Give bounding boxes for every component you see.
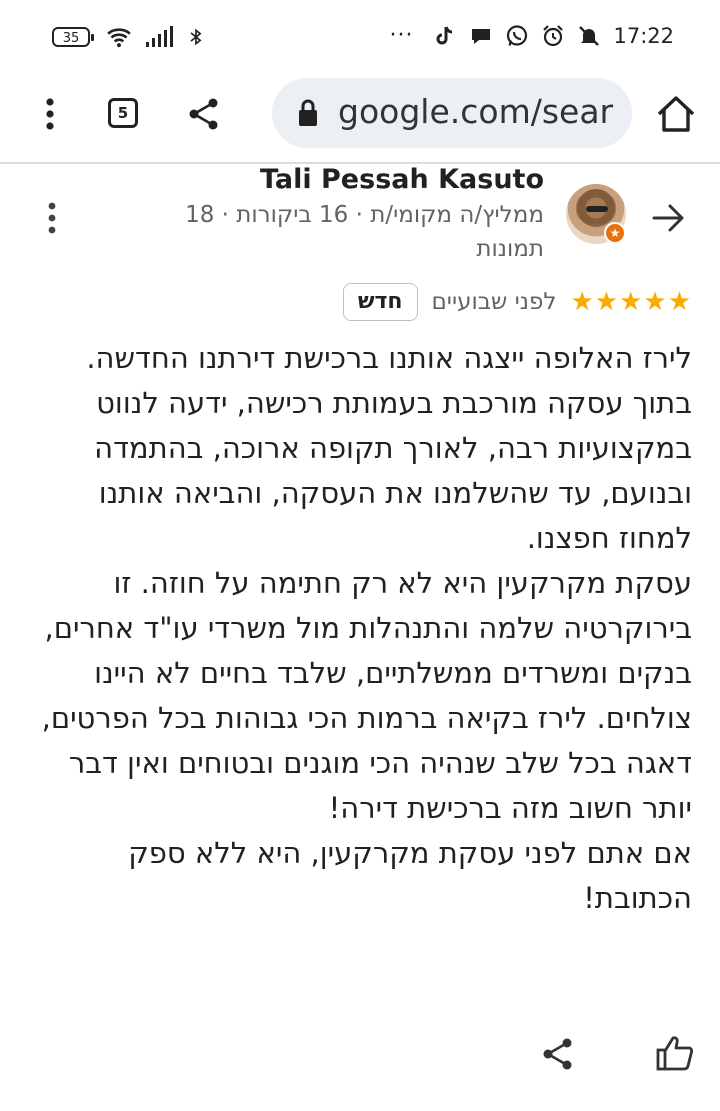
notification-overflow: ··· — [389, 23, 414, 48]
clock: 17:22 — [613, 24, 674, 48]
whatsapp-icon — [507, 25, 528, 46]
battery-level: 35 — [62, 31, 80, 46]
tab-switcher-button[interactable]: 5 — [108, 98, 138, 128]
home-icon[interactable] — [654, 92, 698, 136]
review-actions — [0, 1028, 720, 1084]
status-bar-left: 35 — [52, 24, 206, 50]
review-text: לירז האלופה ייצגה אותנו ברכישת דירתנו הח… — [28, 336, 692, 921]
arrow-right-icon[interactable] — [646, 196, 690, 240]
menu-dots-icon[interactable] — [36, 94, 64, 134]
avatar-glasses — [586, 206, 608, 212]
lock-icon[interactable] — [296, 98, 320, 128]
battery-icon: 35 — [52, 27, 94, 47]
local-guide-badge-icon: ★ — [604, 222, 626, 244]
mute-icon — [579, 26, 600, 46]
browser-toolbar: 5 google.com/sear — [0, 72, 720, 162]
url-text[interactable]: google.com/sear — [338, 92, 613, 131]
signal-icon — [146, 26, 173, 47]
reviewer-meta: ממליץ/ה מקומי/ת · 16 ביקורות · 18 תמונות — [185, 202, 544, 262]
more-options-icon[interactable] — [40, 198, 64, 238]
bluetooth-icon — [190, 28, 202, 46]
wifi-icon — [107, 28, 131, 48]
review-date: לפני שבועיים — [431, 289, 557, 315]
share-icon[interactable] — [538, 1034, 578, 1074]
thumbs-up-icon[interactable] — [654, 1032, 696, 1074]
status-bar-right: ··· 17:22 — [389, 24, 674, 48]
status-bar: 35 ··· 17:22 — [0, 0, 720, 78]
tab-count: 5 — [117, 104, 129, 122]
tiktok-icon — [436, 26, 453, 45]
rating-row: ★★★★★ לפני שבועיים חדש — [342, 282, 692, 322]
share-icon[interactable] — [184, 94, 224, 134]
chat-icon — [472, 29, 491, 44]
screen: 35 ··· 17:22 5 google.com/sear ★ Tali Pe… — [0, 0, 720, 1111]
review-card: ★ Tali Pessah Kasuto ממליץ/ה מקומי/ת · 1… — [0, 164, 720, 1111]
new-badge: חדש — [342, 283, 418, 321]
review-paragraph: אם אתם לפני עסקת מקרקעין, היא ללא ספק הכ… — [128, 836, 692, 915]
star-rating: ★★★★★ — [570, 287, 692, 317]
review-paragraph: עסקת מקרקעין היא לא רק חתימה על חוזה. זו… — [41, 566, 692, 825]
review-paragraph: לירז האלופה ייצגה אותנו ברכישת דירתנו הח… — [86, 341, 692, 555]
reviewer-name[interactable]: Tali Pessah Kasuto — [260, 164, 544, 195]
alarm-icon — [543, 25, 564, 47]
address-bar[interactable]: google.com/sear — [272, 78, 632, 148]
avatar[interactable]: ★ — [566, 184, 626, 244]
